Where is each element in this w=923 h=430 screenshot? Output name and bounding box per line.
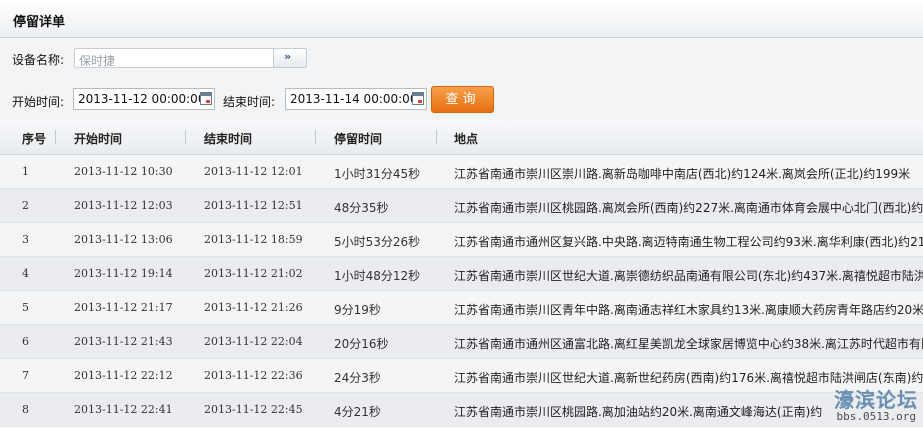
cell-duration: 1小时31分45秒	[334, 167, 421, 181]
cell-duration: 24分3秒	[334, 371, 381, 385]
cell-start: 2013-11-12 12:03	[74, 199, 173, 212]
cell-no: 8	[22, 403, 29, 416]
cell-start: 2013-11-12 21:17	[74, 301, 173, 314]
cell-end: 2013-11-12 22:45	[204, 403, 303, 416]
cell-no: 4	[22, 267, 29, 280]
table-row[interactable]: 3 2013-11-12 13:06 2013-11-12 18:59 5小时5…	[0, 223, 923, 257]
column-header-end[interactable]: 结束时间	[204, 130, 252, 147]
cell-location: 江苏省南通市崇川区桃园路.离岚会所(西南)约227米.离南通市体育会展中心北门(…	[454, 201, 923, 215]
watermark-url: bbs.0513.org	[836, 410, 916, 423]
cell-duration: 20分16秒	[334, 337, 389, 351]
cell-no: 1	[22, 165, 29, 178]
dropdown-button[interactable]: »	[273, 49, 306, 67]
table-row[interactable]: 2 2013-11-12 12:03 2013-11-12 12:51 48分3…	[0, 189, 923, 223]
cell-start: 2013-11-12 10:30	[74, 165, 173, 178]
cell-location: 江苏省南通市通州区复兴路.中央路.离迈特南通生物工程公司约93米.离华利康(西北…	[454, 235, 923, 249]
cell-location: 江苏省南通市崇川区桃园路.离加油站约20米.离南通文峰海达(正南)约	[454, 405, 823, 419]
cell-end: 2013-11-12 22:04	[204, 335, 303, 348]
cell-location: 江苏省南通市崇川区青年中路.离南通志祥红木家具约13米.离康顺大药房青年路店约2…	[454, 303, 923, 317]
cell-no: 2	[22, 199, 29, 212]
end-time-value: 2013-11-14 00:00:00	[290, 92, 418, 106]
table-row[interactable]: 8 2013-11-12 22:41 2013-11-12 22:45 4分21…	[0, 393, 923, 427]
query-button[interactable]: 查询	[431, 86, 494, 113]
cell-location: 江苏省南通市通州区通富北路.离红星美凯龙全球家居博览中心约38米.离江苏时代超市…	[454, 337, 923, 351]
column-header-duration[interactable]: 停留时间	[334, 130, 382, 147]
table-row[interactable]: 1 2013-11-12 10:30 2013-11-12 12:01 1小时3…	[0, 155, 923, 189]
cell-start: 2013-11-12 22:41	[74, 403, 173, 416]
column-header-start[interactable]: 开始时间	[74, 130, 122, 147]
table-row[interactable]: 7 2013-11-12 22:12 2013-11-12 22:36 24分3…	[0, 359, 923, 393]
start-time-label: 开始时间:	[12, 95, 65, 109]
column-divider[interactable]	[436, 130, 437, 144]
calendar-icon[interactable]	[412, 92, 424, 105]
column-divider[interactable]	[55, 130, 56, 144]
cell-duration: 48分35秒	[334, 201, 389, 215]
device-label: 设备名称:	[12, 53, 65, 67]
cell-duration: 5小时53分26秒	[334, 235, 421, 249]
column-header-location[interactable]: 地点	[454, 130, 478, 147]
table-row[interactable]: 4 2013-11-12 19:14 2013-11-12 21:02 1小时4…	[0, 257, 923, 291]
cell-location: 江苏省南通市崇川区崇川路.离新岛咖啡中南店(西北)约124米.离岚会所(正北)约…	[454, 167, 911, 181]
watermark-logo: 濠滨论坛 bbs.0513.org	[808, 384, 918, 426]
table-row[interactable]: 5 2013-11-12 21:17 2013-11-12 21:26 9分19…	[0, 291, 923, 325]
cell-end: 2013-11-12 12:01	[204, 165, 303, 178]
cell-no: 6	[22, 335, 29, 348]
column-divider[interactable]	[185, 130, 186, 144]
cell-end: 2013-11-12 21:02	[204, 267, 303, 280]
cell-no: 3	[22, 233, 29, 246]
cell-end: 2013-11-12 21:26	[204, 301, 303, 314]
cell-no: 5	[22, 301, 29, 314]
cell-no: 7	[22, 369, 29, 382]
cell-end: 2013-11-12 22:36	[204, 369, 303, 382]
cell-end: 2013-11-12 12:51	[204, 199, 303, 212]
end-time-input[interactable]: 2013-11-14 00:00:00	[285, 88, 427, 110]
watermark-title: 濠滨论坛	[834, 388, 918, 412]
start-time-input[interactable]: 2013-11-12 00:00:00	[73, 88, 215, 110]
cell-duration: 1小时48分12秒	[334, 269, 421, 283]
device-select[interactable]: 保时捷 »	[74, 48, 307, 68]
table-header: 序号 开始时间 结束时间 停留时间 地点	[0, 120, 923, 155]
calendar-icon[interactable]	[200, 92, 212, 105]
cell-duration: 9分19秒	[334, 303, 381, 317]
table-row[interactable]: 6 2013-11-12 21:43 2013-11-12 22:04 20分1…	[0, 325, 923, 359]
cell-location: 江苏省南通市崇川区世纪大道.离崇德纺织品南通有限公司(东北)约437米.离禧悦超…	[454, 269, 923, 283]
title-bar: 停留详单	[0, 0, 923, 38]
device-select-value: 保时捷	[79, 54, 116, 68]
column-header-no[interactable]: 序号	[22, 130, 46, 147]
filter-panel: 设备名称: 保时捷 » 开始时间: 2013-11-12 00:00:00 结束…	[0, 38, 923, 120]
cell-start: 2013-11-12 22:12	[74, 369, 173, 382]
cell-start: 2013-11-12 21:43	[74, 335, 173, 348]
cell-start: 2013-11-12 13:06	[74, 233, 173, 246]
cell-duration: 4分21秒	[334, 405, 381, 419]
cell-end: 2013-11-12 18:59	[204, 233, 303, 246]
column-divider[interactable]	[315, 130, 316, 144]
start-time-value: 2013-11-12 00:00:00	[78, 92, 206, 106]
cell-start: 2013-11-12 19:14	[74, 267, 173, 280]
page-title: 停留详单	[13, 15, 66, 30]
chevron-down-icon: »	[284, 50, 292, 63]
end-time-label: 结束时间:	[223, 95, 276, 109]
